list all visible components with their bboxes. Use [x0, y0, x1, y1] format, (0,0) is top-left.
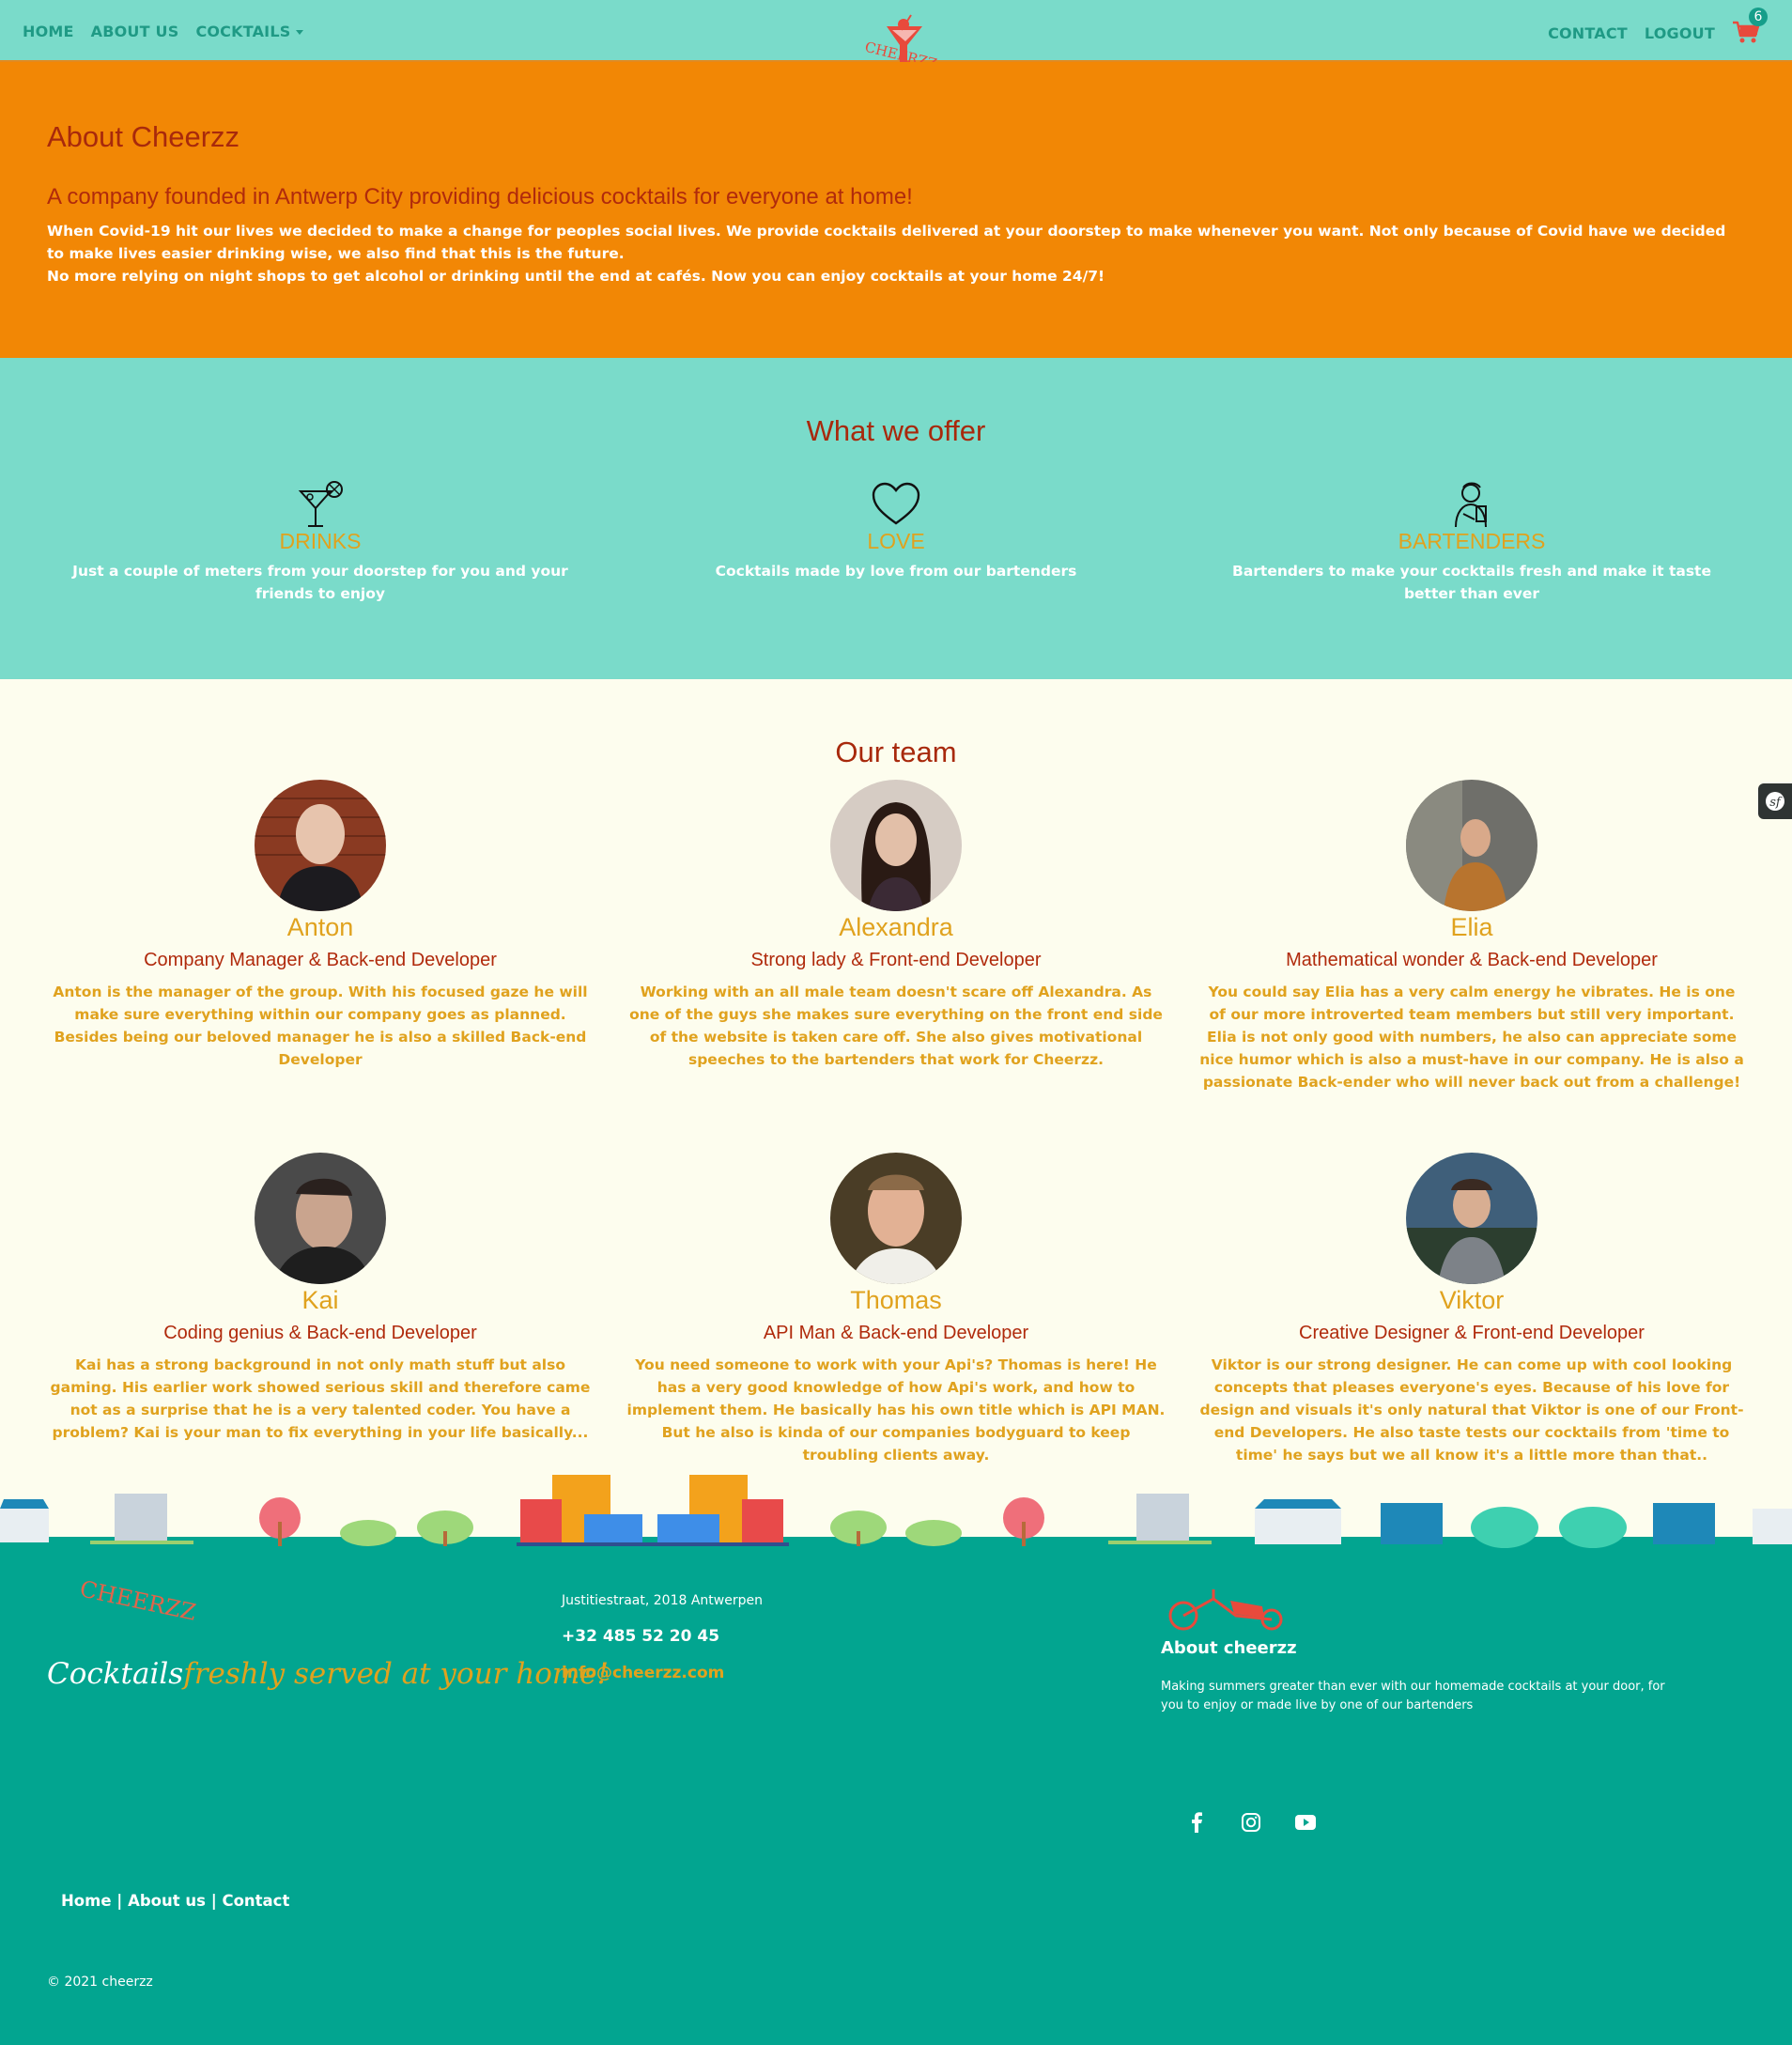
footer-links: Home | About us | Contact — [61, 1892, 289, 1910]
member-name: Elia — [1450, 913, 1493, 941]
about-paragraph-1: When Covid-19 hit our lives we decided t… — [47, 223, 1726, 262]
avatar — [255, 780, 386, 911]
cart-button[interactable]: 6 — [1732, 8, 1768, 45]
team-title: Our team — [835, 736, 957, 768]
footer-body: CHEERZZ Cocktailsfreshly served at your … — [0, 1559, 1792, 2045]
member-name: Anton — [286, 913, 354, 941]
member-bio: Working with an all male team doesn't sc… — [629, 984, 1163, 1068]
nav-home-link[interactable]: HOME — [23, 23, 74, 40]
member-name: Thomas — [850, 1286, 942, 1314]
footer-link-home[interactable]: Home — [61, 1892, 112, 1910]
heart-icon — [628, 480, 1164, 531]
symfony-toolbar-toggle[interactable]: sf — [1758, 783, 1792, 819]
tagline-rest: freshly served at your home! — [183, 1657, 610, 1691]
offer-drinks-text: Just a couple of meters from your doorst… — [72, 563, 568, 602]
symfony-icon: sf — [1766, 792, 1784, 811]
member-role: Mathematical wonder & Back-end Developer — [1286, 950, 1658, 970]
member-name: Viktor — [1439, 1286, 1505, 1314]
offer-bartenders-title: BARTENDERS — [1398, 529, 1546, 553]
offer-title: What we offer — [806, 414, 986, 447]
footer-link-separator: | — [210, 1892, 217, 1910]
footer-phone[interactable]: +32 485 52 20 45 — [562, 1627, 719, 1646]
nav-cocktails-label: COCKTAILS — [195, 23, 291, 40]
avatar — [830, 1153, 962, 1284]
offer-bartenders-text: Bartenders to make your cocktails fresh … — [1232, 563, 1711, 602]
youtube-icon[interactable] — [1294, 1811, 1317, 1834]
footer-link-about[interactable]: About us — [128, 1892, 206, 1910]
cargo-bike-icon — [1168, 1589, 1283, 1631]
tagline-cocktails: Cocktails — [47, 1657, 184, 1691]
avatar — [255, 1153, 386, 1284]
nav-contact-link[interactable]: CONTACT — [1548, 24, 1628, 42]
navbar: HOME ABOUT US COCKTAILS CHEERZZ CONTACT … — [0, 0, 1792, 72]
about-paragraph-2: No more relying on night shops to get al… — [47, 268, 1105, 285]
member-role: API Man & Back-end Developer — [763, 1323, 1029, 1343]
offer-section: What we offer DRINKS Just a couple of me… — [0, 358, 1792, 679]
offer-item-bartenders: BARTENDERS Bartenders to make your cockt… — [1204, 480, 1739, 605]
city-skyline-illustration — [0, 1475, 1792, 1559]
about-title: About Cheerzz — [47, 120, 240, 153]
footer-email[interactable]: info@cheerzz.com — [562, 1664, 724, 1682]
nav-logout-link[interactable]: LOGOUT — [1645, 24, 1715, 42]
social-links — [1185, 1811, 1317, 1834]
member-role: Strong lady & Front-end Developer — [750, 950, 1042, 970]
offer-drinks-title: DRINKS — [279, 529, 362, 553]
member-role: Coding genius & Back-end Developer — [163, 1323, 477, 1343]
offer-item-drinks: DRINKS Just a couple of meters from your… — [53, 480, 588, 605]
footer-logo[interactable]: CHEERZZ — [77, 1575, 198, 1626]
about-subtitle: A company founded in Antwerp City provid… — [47, 184, 913, 209]
cocktail-glass-icon — [53, 480, 588, 531]
member-name: Kai — [301, 1286, 339, 1314]
footer-about-text: Making summers greater than ever with ou… — [1161, 1680, 1665, 1712]
team-member-viktor: Viktor Creative Designer & Front-end Dev… — [1195, 1153, 1749, 1466]
facebook-icon[interactable] — [1185, 1811, 1208, 1834]
team-member-alexandra: Alexandra Strong lady & Front-end Develo… — [619, 780, 1173, 1071]
avatar — [1406, 780, 1537, 911]
nav-left: HOME ABOUT US COCKTAILS — [23, 23, 304, 40]
member-role: Creative Designer & Front-end Developer — [1299, 1323, 1645, 1343]
avatar — [1406, 1153, 1537, 1284]
member-bio: Kai has a strong background in not only … — [50, 1356, 591, 1441]
footer-about-title: About cheerzz — [1161, 1638, 1297, 1658]
bartender-icon — [1204, 480, 1739, 531]
team-member-kai: Kai Coding genius & Back-end Developer K… — [43, 1153, 597, 1444]
footer-tagline: Cocktailsfreshly served at your home! — [47, 1657, 609, 1691]
about-section: About Cheerzz A company founded in Antwe… — [0, 62, 1792, 358]
footer: CHEERZZ Cocktailsfreshly served at your … — [0, 1465, 1792, 2045]
member-bio: You could say Elia has a very calm energ… — [1199, 984, 1744, 1091]
avatar — [830, 780, 962, 911]
offer-item-love: LOVE Cocktails made by love from our bar… — [628, 480, 1164, 582]
member-name: Alexandra — [839, 913, 953, 941]
offer-love-title: LOVE — [867, 529, 925, 553]
team-member-elia: Elia Mathematical wonder & Back-end Deve… — [1195, 780, 1749, 1093]
nav-about-link[interactable]: ABOUT US — [91, 23, 179, 40]
offer-love-text: Cocktails made by love from our bartende… — [715, 563, 1077, 580]
copyright: © 2021 cheerzz — [47, 1975, 153, 1990]
member-bio: Viktor is our strong designer. He can co… — [1199, 1356, 1744, 1464]
team-member-anton: Anton Company Manager & Back-end Develop… — [43, 780, 597, 1071]
member-bio: Anton is the manager of the group. With … — [53, 984, 588, 1068]
caret-down-icon — [296, 30, 304, 35]
nav-right: CONTACT LOGOUT 6 — [1548, 8, 1768, 45]
nav-cocktails-dropdown[interactable]: COCKTAILS — [195, 23, 304, 40]
member-role: Company Manager & Back-end Developer — [144, 950, 497, 970]
team-section: Our team Anton Company Manager & Back-en… — [0, 679, 1792, 1506]
member-bio: You need someone to work with your Api's… — [626, 1356, 1166, 1464]
footer-link-separator: | — [116, 1892, 123, 1910]
team-member-thomas: Thomas API Man & Back-end Developer You … — [619, 1153, 1173, 1466]
instagram-icon[interactable] — [1240, 1811, 1262, 1834]
footer-address: Justitiestraat, 2018 Antwerpen — [562, 1593, 763, 1608]
footer-link-contact[interactable]: Contact — [222, 1892, 289, 1910]
cart-count-badge: 6 — [1749, 8, 1768, 26]
